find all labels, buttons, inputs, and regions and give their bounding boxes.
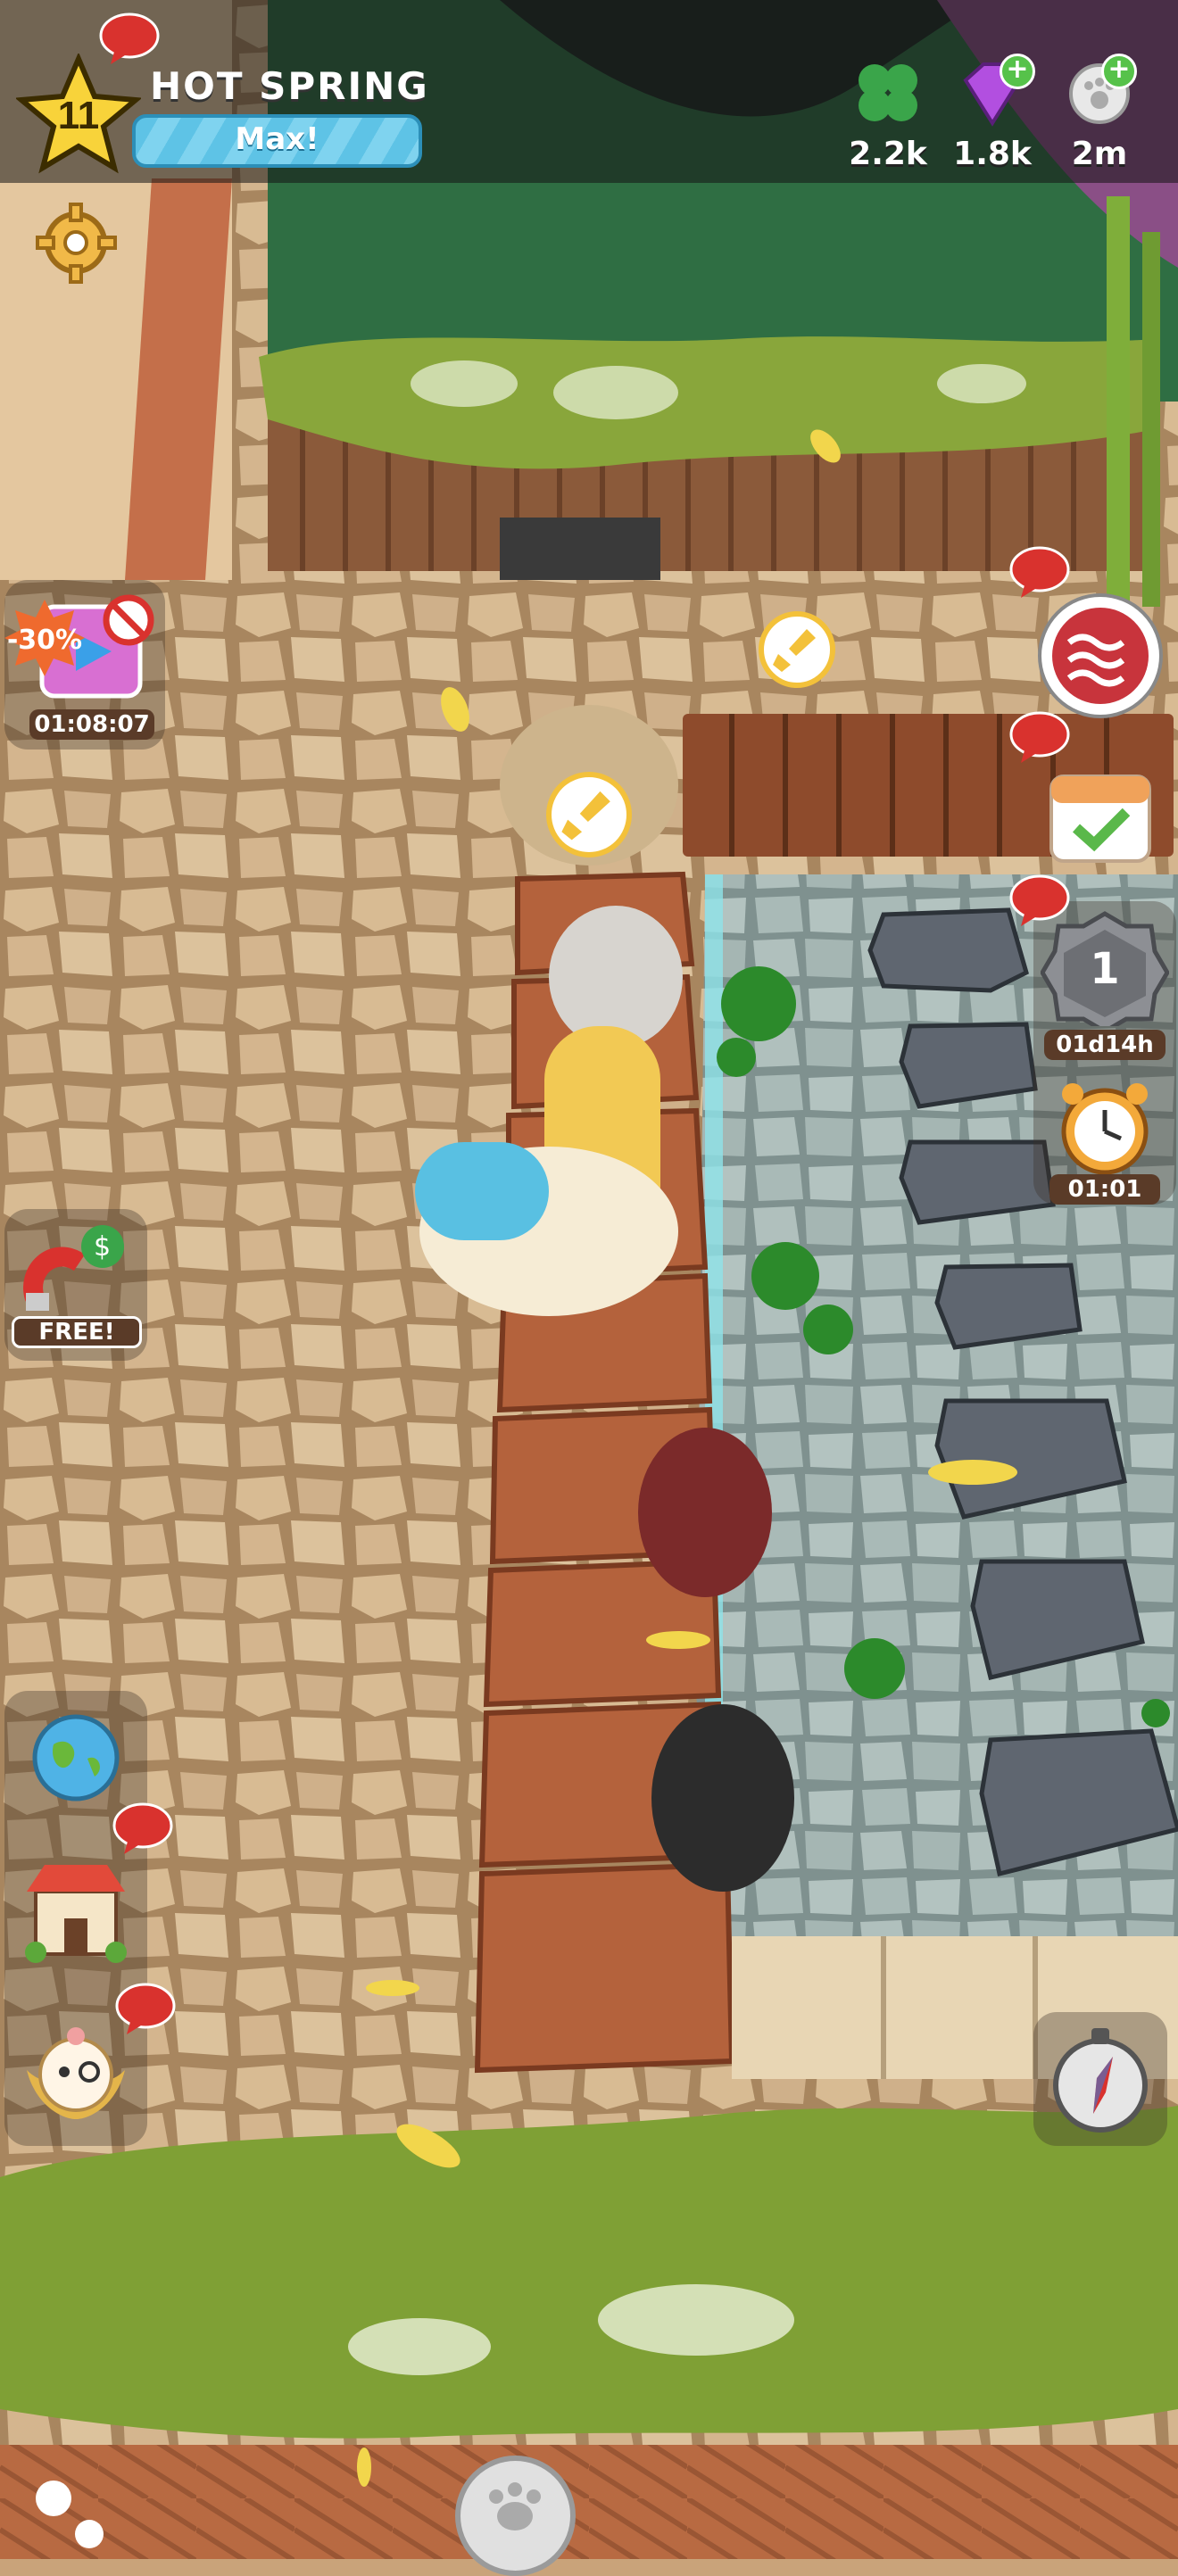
left-menu-panel xyxy=(4,1691,147,2146)
top-hud: 11 HOT SPRING Max! 2.2k + 1.8k + 2m xyxy=(0,0,1178,183)
brush-task-icon[interactable] xyxy=(546,772,632,857)
paw-coin-icon xyxy=(1069,63,1130,124)
hot-spring-icon xyxy=(1038,593,1163,718)
svg-text:$: $ xyxy=(94,1231,111,1263)
clover-value: 2.2k xyxy=(849,136,927,172)
daily-checkin-button[interactable] xyxy=(1042,750,1158,874)
player-level: 11 xyxy=(57,94,100,137)
no-ads-icon xyxy=(103,594,154,646)
notification-bubble-icon xyxy=(1009,711,1070,763)
clover-currency[interactable]: 2.2k xyxy=(834,54,942,183)
clover-icon xyxy=(859,64,917,121)
gem-currency[interactable]: + 1.8k xyxy=(939,54,1046,183)
add-paw-coin-icon[interactable]: + xyxy=(1101,54,1137,89)
compass-button[interactable] xyxy=(1033,2012,1167,2146)
notification-bubble-icon xyxy=(115,1983,176,2034)
notification-bubble-icon xyxy=(1009,546,1070,598)
alarm-clock-icon xyxy=(1061,1083,1149,1175)
right-event-panel: 1 01d14h 01:01 xyxy=(1033,901,1176,1205)
xp-label: Max! xyxy=(235,121,319,157)
clock-timer: 01:01 xyxy=(1049,1174,1160,1205)
magnet-free-label: FREE! xyxy=(12,1316,142,1348)
magnet-icon: $ xyxy=(23,1225,124,1311)
gem-value: 1.8k xyxy=(953,136,1032,172)
shop-button[interactable] xyxy=(18,1847,134,1963)
paw-coin-currency[interactable]: + 2m xyxy=(1046,54,1153,183)
notification-bubble-icon xyxy=(1009,874,1070,926)
add-gem-icon[interactable]: + xyxy=(1000,54,1035,89)
compass-icon xyxy=(1053,2028,1148,2133)
sale-discount: -30% xyxy=(6,625,83,656)
hot-spring-button[interactable] xyxy=(1033,589,1167,723)
alarm-clock-button[interactable]: 01:01 xyxy=(1041,1080,1169,1205)
notification-bubble-icon xyxy=(112,1802,173,1854)
rank-number: 1 xyxy=(1090,944,1120,994)
paw-icon xyxy=(489,2482,541,2530)
cat-character-black[interactable] xyxy=(651,1704,794,1892)
settings-button[interactable] xyxy=(34,201,119,286)
sale-timer: 01:08:07 xyxy=(29,709,154,740)
shop-icon xyxy=(25,1865,127,1963)
cat-character-red[interactable] xyxy=(638,1428,772,1597)
game-scene[interactable] xyxy=(0,0,1178,2559)
paw-menu-button[interactable] xyxy=(455,2456,576,2576)
area-name: HOT SPRING xyxy=(150,64,429,108)
notification-bubble-icon xyxy=(99,12,160,64)
gear-icon xyxy=(36,203,117,284)
paw-coin-value: 2m xyxy=(1071,136,1128,172)
world-map-button[interactable] xyxy=(18,1709,134,1807)
brush-task-icon[interactable] xyxy=(759,611,835,688)
rank-timer: 01d14h xyxy=(1044,1030,1166,1060)
calendar-check-icon xyxy=(1049,774,1151,863)
rank-event-button[interactable]: 1 01d14h xyxy=(1040,910,1170,1062)
globe-icon xyxy=(32,1714,120,1802)
sale-offer-button[interactable]: -30% 01:08:07 xyxy=(4,580,165,750)
unicorn-mane xyxy=(415,1142,549,1240)
magnet-free-button[interactable]: $ FREE! xyxy=(4,1209,147,1361)
